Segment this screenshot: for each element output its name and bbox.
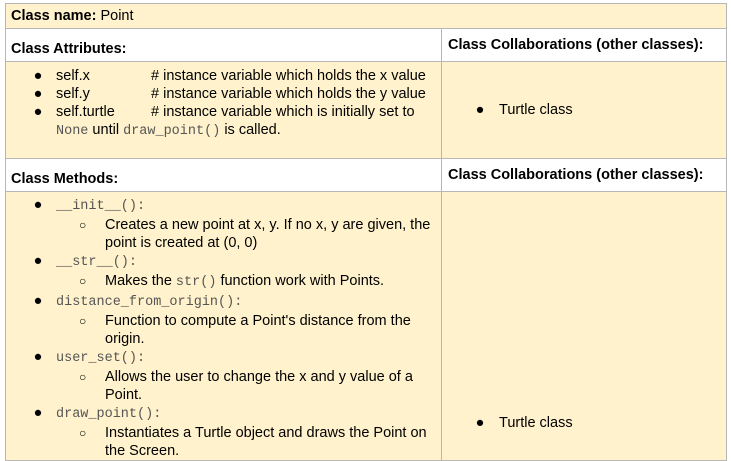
code-str: str() <box>175 275 217 290</box>
method-desc-line: Point. <box>105 387 143 403</box>
method-desc-line: Function to compute a Point's distance f… <box>105 313 411 329</box>
method-desc-line: Makes the <box>105 273 176 289</box>
class-name-value: Point <box>100 8 134 24</box>
attribute-name: self.x <box>56 68 90 84</box>
method-desc-line: origin. <box>105 331 145 347</box>
sub-bullet-icon: ○ <box>79 370 87 384</box>
class-name-label: Class name: <box>11 8 97 24</box>
sub-bullet-icon: ○ <box>79 274 87 288</box>
bullet-icon: ● <box>33 104 43 120</box>
bullet-icon: ● <box>33 405 43 421</box>
method-desc: ○ Function to compute a Point's distance… <box>52 312 441 348</box>
method-name: user_set(): <box>56 351 146 366</box>
methods-header: Class Methods: <box>5 158 442 192</box>
collaboration-name: Turtle class <box>499 102 573 118</box>
attributes-header: Class Attributes: <box>5 28 442 62</box>
methods-cell: ● __init__(): ○ Creates a new point at x… <box>5 191 442 461</box>
method-item: ● draw_point(): ○ Instantiates a Turtle … <box>11 404 441 460</box>
bullet-icon: ● <box>33 197 43 213</box>
method-name: distance_from_origin(): <box>56 295 243 310</box>
method-desc-line: Instantiates a Turtle object and draws t… <box>105 425 427 441</box>
sub-bullet-icon: ○ <box>79 426 87 440</box>
method-item: ● __str__(): ○ Makes the str() function … <box>11 252 441 292</box>
method-desc-line: function work with Points. <box>216 273 385 289</box>
attribute-desc: # instance variable which is initially s… <box>151 104 415 120</box>
method-name: draw_point(): <box>56 407 162 422</box>
bullet-icon: ● <box>475 415 485 431</box>
method-desc-line: the Screen. <box>105 443 180 459</box>
bullet-icon: ● <box>33 253 43 269</box>
code-none: None <box>56 124 89 139</box>
methods-list: ● __init__(): ○ Creates a new point at x… <box>11 196 441 460</box>
class-card-table: Class name: Point Class Attributes: Clas… <box>5 3 727 461</box>
attribute-name: self.y <box>56 86 90 102</box>
method-item: ● distance_from_origin(): ○ Function to … <box>11 292 441 348</box>
attribute-item: ● self.x # instance variable which holds … <box>11 67 441 85</box>
sub-bullet-icon: ○ <box>79 218 87 232</box>
attribute-item: ● self.turtle # instance variable which i… <box>11 103 441 141</box>
method-desc: ○ Makes the str() function work with Poi… <box>52 272 441 292</box>
bullet-icon: ● <box>33 293 43 309</box>
method-desc-line: Creates a new point at x, y. If no x, y … <box>105 217 431 233</box>
class-name-cell: Class name: Point <box>5 3 727 29</box>
method-collaborations-header: Class Collaborations (other classes): <box>441 158 727 192</box>
method-desc: ○ Creates a new point at x, y. If no x, … <box>52 216 441 252</box>
method-name: __str__(): <box>56 255 138 270</box>
bullet-icon: ● <box>475 102 485 118</box>
method-desc-line: Allows the user to change the x and y va… <box>105 369 413 385</box>
collaboration-item: ● Turtle class <box>447 102 726 118</box>
bullet-icon: ● <box>33 86 43 102</box>
attribute-desc: # instance variable which holds the x va… <box>151 68 426 84</box>
method-desc: ○ Allows the user to change the x and y … <box>52 368 441 404</box>
attr-collaborations-cell: ● Turtle class <box>441 61 727 159</box>
attribute-desc-cont: until <box>88 122 124 138</box>
method-item: ● user_set(): ○ Allows the user to chang… <box>11 348 441 404</box>
method-name: __init__(): <box>56 199 146 214</box>
method-collaborations-cell: ● Turtle class <box>441 191 727 461</box>
method-desc-line: point is created at (0, 0) <box>105 235 258 251</box>
bullet-icon: ● <box>33 349 43 365</box>
sub-bullet-icon: ○ <box>79 314 87 328</box>
collaboration-item: ● Turtle class <box>447 415 726 431</box>
bullet-icon: ● <box>33 68 43 84</box>
attribute-desc: # instance variable which holds the y va… <box>151 86 426 102</box>
method-item: ● __init__(): ○ Creates a new point at x… <box>11 196 441 252</box>
attribute-item: ● self.y # instance variable which holds … <box>11 85 441 103</box>
collaboration-name: Turtle class <box>499 415 573 431</box>
attribute-desc-end: is called. <box>220 122 281 138</box>
method-desc: ○ Instantiates a Turtle object and draws… <box>52 424 441 460</box>
attribute-name: self.turtle <box>56 104 115 120</box>
attributes-list: ● self.x # instance variable which holds … <box>11 67 441 141</box>
attributes-cell: ● self.x # instance variable which holds … <box>5 61 442 159</box>
code-draw-point: draw_point() <box>123 124 221 139</box>
attr-collaborations-header: Class Collaborations (other classes): <box>441 28 727 62</box>
